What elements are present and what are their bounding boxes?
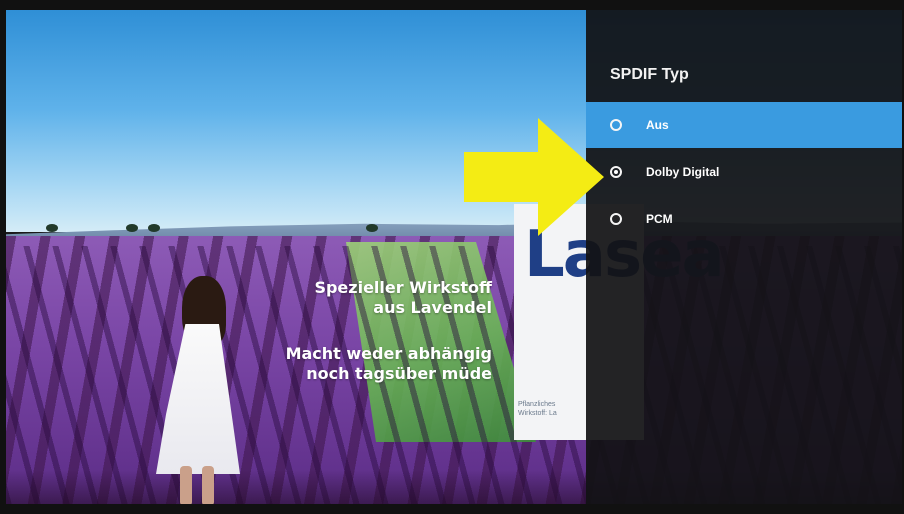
radio-button-icon	[610, 213, 622, 225]
option-pcm[interactable]: PCM	[586, 196, 902, 242]
ad-headline-2b: noch tagsüber müde	[306, 364, 492, 383]
ad-tree	[46, 224, 58, 232]
ad-tree	[366, 224, 378, 232]
option-dolby-digital[interactable]: Dolby Digital	[586, 149, 902, 195]
panel-title: SPDIF Typ	[610, 66, 689, 83]
tv-frame: Spezieller Wirkstoff aus Lavendel Macht …	[0, 0, 904, 514]
radio-button-selected-icon	[610, 166, 622, 178]
ad-headline-1a: Spezieller Wirkstoff	[314, 278, 492, 297]
ad-headline-1: Spezieller Wirkstoff aus Lavendel	[314, 278, 492, 318]
ad-tree	[126, 224, 138, 232]
ad-girl-leg	[202, 466, 214, 504]
tv-screen: Spezieller Wirkstoff aus Lavendel Macht …	[6, 10, 902, 504]
ad-girl-leg	[180, 466, 192, 504]
ad-girl-figure	[146, 276, 256, 504]
option-label: Dolby Digital	[646, 165, 720, 179]
option-aus[interactable]: Aus	[586, 102, 902, 148]
option-label: PCM	[646, 212, 673, 226]
spdif-settings-panel: SPDIF Typ Aus Dolby Digital PCM	[586, 10, 902, 504]
ad-girl-dress	[156, 324, 240, 474]
option-label: Aus	[646, 118, 669, 132]
yellow-arrow-icon	[464, 118, 604, 236]
radio-button-icon	[610, 119, 622, 131]
ad-headline-2: Macht weder abhängig noch tagsüber müde	[286, 344, 492, 384]
ad-headline-1b: aus Lavendel	[373, 298, 492, 317]
ad-tree	[148, 224, 160, 232]
ad-headline-2a: Macht weder abhängig	[285, 344, 492, 363]
